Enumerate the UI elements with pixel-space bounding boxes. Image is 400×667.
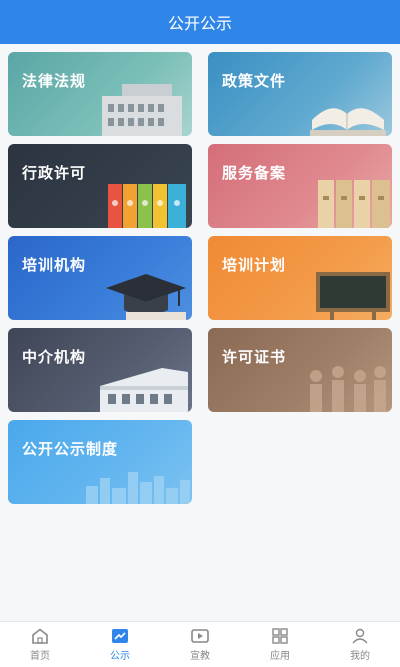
- tab-apps[interactable]: 应用: [240, 622, 320, 667]
- user-icon: [350, 627, 370, 645]
- page-title: 公开公示: [167, 14, 232, 33]
- tab-home[interactable]: 首页: [0, 622, 80, 667]
- tab-label: 公示: [110, 651, 130, 662]
- card-disclosure-system[interactable]: 公开公示制度: [8, 420, 192, 504]
- card-intermediary-agencies[interactable]: 中介机构: [8, 328, 192, 412]
- video-icon: [190, 627, 210, 645]
- card-service-filing[interactable]: 服务备案: [208, 144, 392, 228]
- modern-building-illustration: [100, 368, 188, 412]
- bottom-tab-bar: 首页 公示 宣教 应用 我的: [0, 621, 400, 667]
- card-label: 公开公示制度: [22, 440, 119, 458]
- card-label: 许可证书: [222, 348, 287, 366]
- tab-label: 首页: [30, 651, 50, 662]
- home-icon: [30, 627, 50, 645]
- card-license-certificates[interactable]: 许可证书: [208, 328, 392, 412]
- graduation-cap-illustration: [106, 274, 186, 320]
- tab-label: 应用: [270, 651, 290, 662]
- people-silhouette-illustration: [310, 366, 386, 412]
- page-header: 公开公示: [0, 0, 400, 44]
- blackboard-illustration: [316, 272, 390, 320]
- card-label: 中介机构: [22, 348, 87, 366]
- card-training-plan[interactable]: 培训计划: [208, 236, 392, 320]
- card-label: 法律法规: [22, 72, 87, 90]
- tab-announcements[interactable]: 公示: [80, 622, 160, 667]
- card-label: 培训机构: [22, 256, 87, 274]
- card-training-institutions[interactable]: 培训机构: [8, 236, 192, 320]
- city-skyline-illustration: [86, 472, 190, 504]
- open-book-illustration: [310, 108, 386, 136]
- chart-icon: [110, 627, 130, 645]
- card-label: 服务备案: [222, 164, 287, 182]
- card-laws[interactable]: 法律法规: [8, 52, 192, 136]
- card-label: 政策文件: [222, 72, 287, 90]
- card-policy-documents[interactable]: 政策文件: [208, 52, 392, 136]
- card-label: 行政许可: [22, 164, 87, 182]
- card-label: 培训计划: [222, 256, 287, 274]
- tab-profile[interactable]: 我的: [320, 622, 400, 667]
- tab-label: 宣教: [190, 651, 210, 662]
- binders-illustration: [108, 184, 186, 228]
- folders-illustration: [318, 180, 390, 228]
- apps-icon: [270, 627, 290, 645]
- tab-label: 我的: [350, 651, 370, 662]
- building-illustration: [102, 84, 182, 136]
- tab-education[interactable]: 宣教: [160, 622, 240, 667]
- card-administrative-license[interactable]: 行政许可: [8, 144, 192, 228]
